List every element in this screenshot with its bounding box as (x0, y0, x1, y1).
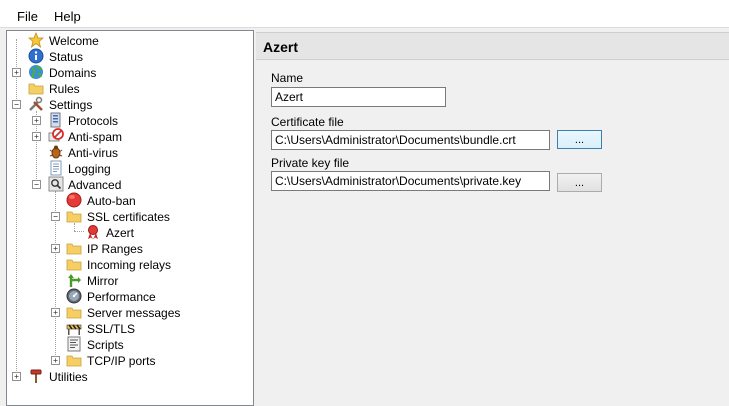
globe-icon (28, 64, 44, 80)
info-icon (28, 48, 44, 64)
tree-label: IP Ranges (87, 242, 143, 256)
no-spam-icon (48, 128, 64, 144)
expand-icon[interactable]: + (51, 308, 60, 317)
tools-icon (28, 96, 44, 112)
tree-label: SSL/TLS (87, 322, 136, 336)
tree-item-settings[interactable]: − Settings (7, 96, 253, 112)
navigation-tree[interactable]: Welcome Status + Domains Rules − Setting… (6, 30, 254, 406)
tree-item-anti-virus[interactable]: Anti-virus (7, 144, 253, 160)
panel-header: Azert (256, 32, 729, 60)
document-icon (48, 160, 64, 176)
tree-item-tcpip-ports[interactable]: + TCP/IP ports (7, 352, 253, 368)
menu-help[interactable]: Help (54, 9, 81, 24)
folder-icon (66, 208, 82, 224)
tree-label: Advanced (68, 178, 122, 192)
certificate-file-label: Certificate file (271, 115, 344, 129)
tree-label: SSL certificates (87, 210, 170, 224)
star-icon (27, 31, 45, 49)
expand-icon[interactable]: + (51, 356, 60, 365)
tree-label: Incoming relays (87, 258, 172, 272)
tree-item-auto-ban[interactable]: Auto-ban (7, 192, 253, 208)
private-key-file-field[interactable] (271, 171, 550, 191)
tree-label: Azert (106, 226, 135, 240)
tree-label: Server messages (87, 306, 181, 320)
tree-item-ip-ranges[interactable]: + IP Ranges (7, 240, 253, 256)
tree-line (74, 231, 84, 232)
name-label: Name (271, 71, 304, 85)
tree-label: Scripts (87, 338, 124, 352)
private-key-file-label: Private key file (271, 156, 350, 170)
tree-item-performance[interactable]: Performance (7, 288, 253, 304)
tree-label: Anti-spam (68, 130, 123, 144)
tree-label: Settings (49, 98, 93, 112)
collapse-icon[interactable]: − (51, 212, 60, 221)
tree-item-logging[interactable]: Logging (7, 160, 253, 176)
expand-icon[interactable]: + (32, 116, 41, 125)
tree-item-protocols[interactable]: + Protocols (7, 112, 253, 128)
tree-item-ssl-tls[interactable]: SSL/TLS (7, 320, 253, 336)
certificate-ribbon-icon (85, 224, 101, 240)
tree-label: Anti-virus (68, 146, 119, 160)
tree-item-mirror[interactable]: Mirror (7, 272, 253, 288)
collapse-icon[interactable]: − (32, 180, 41, 189)
script-icon (66, 336, 82, 352)
folder-icon (66, 240, 82, 256)
tree-label: Welcome (49, 34, 99, 48)
hammer-icon (28, 368, 44, 384)
tree-label: Domains (49, 66, 97, 80)
tree-label: Logging (68, 162, 111, 176)
expand-icon[interactable]: + (51, 244, 60, 253)
name-field[interactable] (271, 87, 446, 107)
expand-icon[interactable]: + (32, 132, 41, 141)
certificate-file-field[interactable] (271, 130, 550, 150)
browse-certificate-button[interactable]: ... (557, 130, 602, 149)
folder-icon (66, 256, 82, 272)
menu-file[interactable]: File (17, 9, 38, 24)
speedometer-icon (66, 288, 82, 304)
panel-title: Azert (263, 39, 299, 55)
tree-label: TCP/IP ports (87, 354, 156, 368)
tree-item-utilities[interactable]: + Utilities (7, 368, 253, 384)
tree-label: Auto-ban (87, 194, 136, 208)
tree-label: Protocols (68, 114, 119, 128)
expand-icon[interactable]: + (12, 372, 21, 381)
tree-item-ssl-certificates[interactable]: − SSL certificates (7, 208, 253, 224)
bug-icon (48, 144, 64, 160)
tree-item-status[interactable]: Status (7, 48, 253, 64)
barrier-icon (66, 320, 82, 336)
tree-item-rules[interactable]: Rules (7, 80, 253, 96)
tree-label: Status (49, 50, 84, 64)
tree-item-azert[interactable]: Azert (7, 224, 253, 240)
tree-item-welcome[interactable]: Welcome (7, 31, 253, 49)
fork-arrow-icon (66, 272, 82, 288)
folder-icon (66, 352, 82, 368)
menu-bar: File Help (0, 0, 729, 28)
expand-icon[interactable]: + (12, 68, 21, 77)
folder-icon (28, 80, 44, 96)
collapse-icon[interactable]: − (12, 100, 21, 109)
server-icon (48, 112, 64, 128)
tree-item-advanced[interactable]: − Advanced (7, 176, 253, 192)
detail-panel: Azert Name Certificate file ... Private … (254, 30, 729, 406)
tree-item-domains[interactable]: + Domains (7, 64, 253, 80)
magnifier-icon (48, 176, 64, 192)
tree-item-anti-spam[interactable]: + Anti-spam (7, 128, 253, 144)
tree-item-server-messages[interactable]: + Server messages (7, 304, 253, 320)
stop-icon (66, 192, 82, 208)
tree-label: Utilities (49, 370, 88, 384)
tree-label: Performance (87, 290, 156, 304)
browse-private-key-button[interactable]: ... (557, 173, 602, 192)
tree-label: Mirror (87, 274, 119, 288)
tree-label: Rules (49, 82, 80, 96)
tree-item-incoming-relays[interactable]: Incoming relays (7, 256, 253, 272)
folder-icon (66, 304, 82, 320)
tree-item-scripts[interactable]: Scripts (7, 336, 253, 352)
